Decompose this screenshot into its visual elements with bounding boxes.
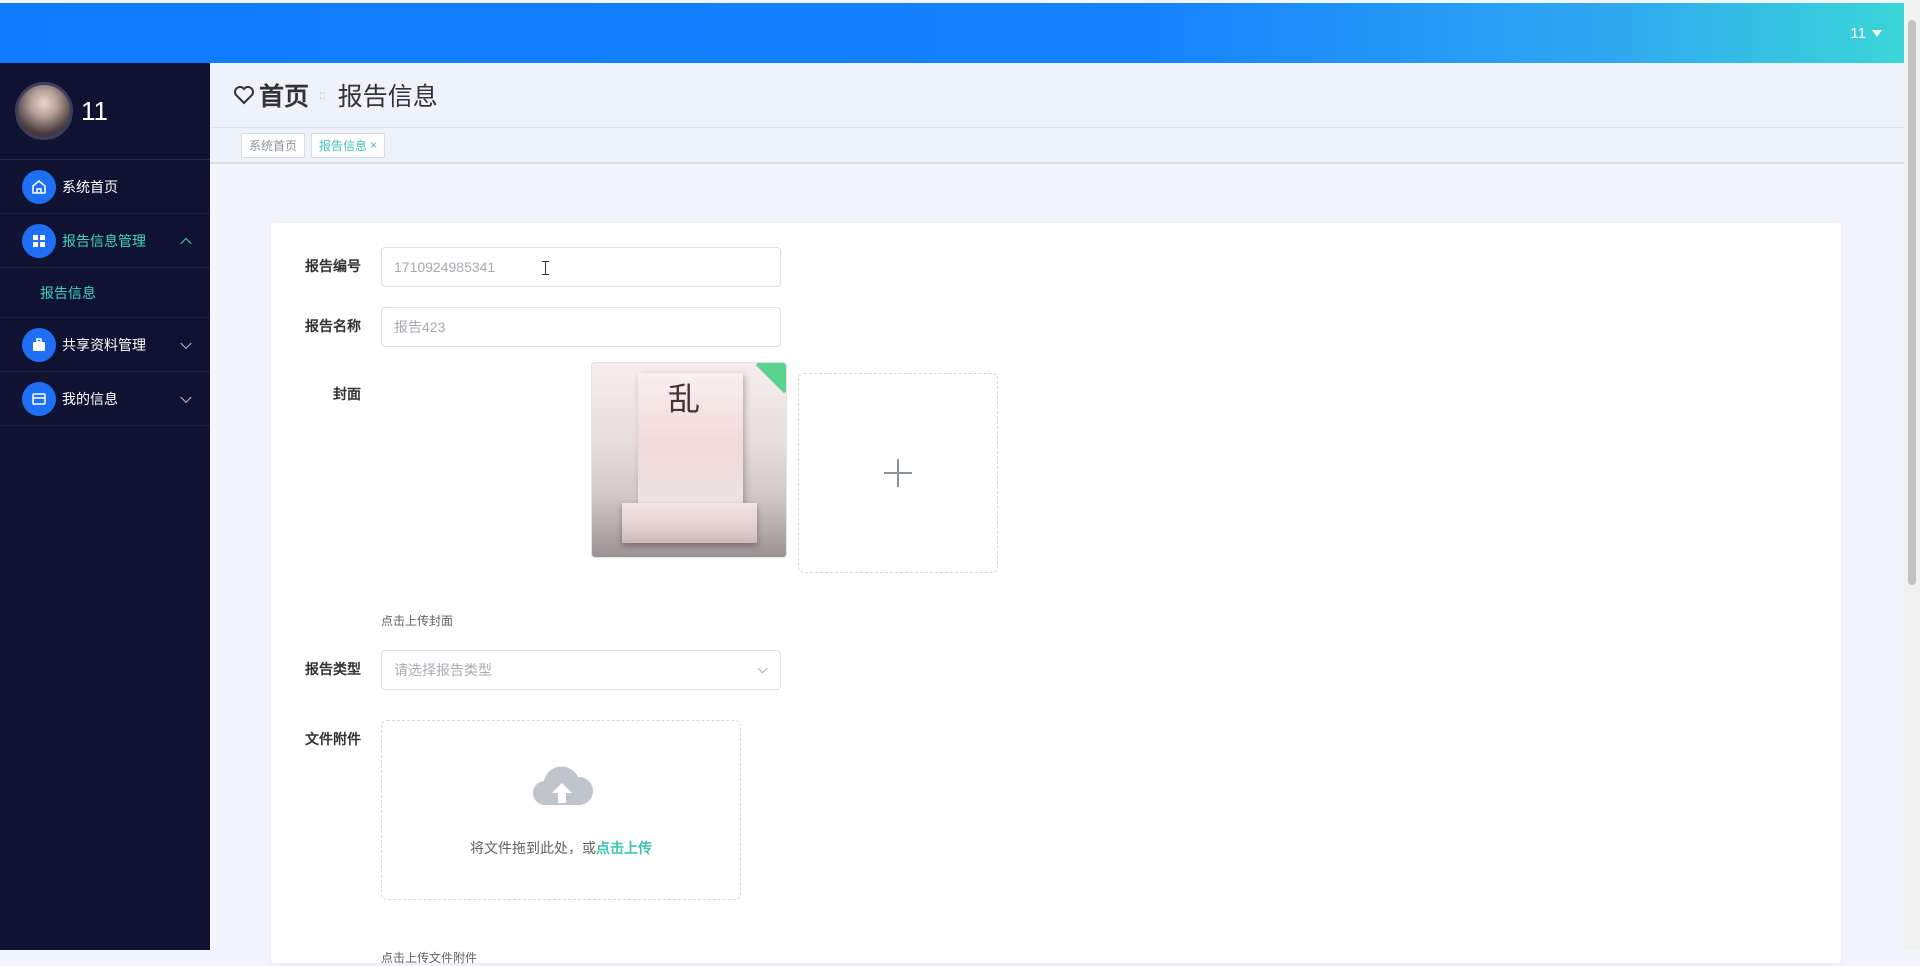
close-icon[interactable]: × [370,138,377,152]
breadcrumb-home-label: 首页 [259,83,310,111]
book-stack-image [622,503,757,543]
report-form: 报告编号 1710924985341 报告名称 报告423 封面 乱 点击上传封… [271,223,1841,965]
cloud-upload-icon [532,766,594,806]
chevron-down-icon [757,663,768,674]
report-no-input[interactable]: 1710924985341 [381,247,781,287]
avatar [15,82,73,140]
file-upload-dragger[interactable]: 将文件拖到此处，或点击上传 [381,720,741,900]
attachment-label: 文件附件 [305,731,361,747]
sidebar: 11 系统首页 报告信息管理 报告信息 共享资料管理 我的信息 [0,63,210,950]
sidebar-item-shared-materials[interactable]: 共享资料管理 [0,318,210,372]
click-upload-link[interactable]: 点击上传 [596,840,652,856]
main-content: 首页 :: 报告信息 系统首页 报告信息 × 报告编号 171092498534… [210,63,1904,965]
user-name: 11 [1850,25,1866,42]
chevron-up-icon [180,237,192,249]
profile-name: 11 [81,95,108,126]
cover-label: 封面 [333,386,361,402]
breadcrumb: 首页 :: 报告信息 [210,63,1904,128]
sidebar-item-home[interactable]: 系统首页 [0,160,210,214]
tags-bar: 系统首页 报告信息 × [210,128,1904,164]
breadcrumb-separator: :: [319,88,326,102]
report-type-placeholder: 请选择报告类型 [394,662,492,678]
tag-report-info[interactable]: 报告信息 × [311,132,386,158]
cover-thumbnail[interactable]: 乱 [591,362,787,558]
cover-hint: 点击上传封面 [381,614,454,628]
report-name-label: 报告名称 [305,318,361,334]
book-title-text: 乱 [668,380,701,418]
report-name-input[interactable]: 报告423 [381,307,781,347]
sidebar-item-label: 报告信息管理 [62,232,146,249]
user-dropdown[interactable]: 11 [1850,25,1882,42]
vertical-scrollbar[interactable] [1904,0,1920,950]
success-badge-icon [755,363,786,394]
sidebar-item-label: 共享资料管理 [62,336,146,353]
top-bar: 11 [0,3,1904,63]
tag-label: 报告信息 [319,138,368,153]
wallet-icon [22,381,56,416]
sidebar-item-label: 我的信息 [62,390,118,407]
home-icon [22,169,56,204]
briefcase-icon [22,327,56,362]
heart-icon [234,86,254,105]
text-cursor-icon [542,261,549,275]
drag-text-label: 将文件拖到此处，或 [470,840,596,856]
plus-icon [884,459,912,487]
sidebar-item-report-management[interactable]: 报告信息管理 [0,214,210,268]
report-no-placeholder: 1710924985341 [394,259,496,275]
tag-home[interactable]: 系统首页 [241,132,306,158]
report-type-label: 报告类型 [305,661,361,677]
sidebar-item-label: 系统首页 [62,178,118,195]
chevron-down-icon [180,337,192,349]
grid-icon [22,223,56,258]
caret-down-icon [1872,30,1882,37]
sidebar-item-my-info[interactable]: 我的信息 [0,372,210,426]
breadcrumb-current: 报告信息 [337,83,438,111]
report-name-placeholder: 报告423 [394,319,446,335]
report-no-label: 报告编号 [305,258,361,274]
attachment-hint: 点击上传文件附件 [381,951,478,965]
scrollbar-thumb[interactable] [1908,20,1916,585]
cover-upload-button[interactable] [798,373,998,573]
profile: 11 [0,63,210,160]
chevron-down-icon [180,391,192,403]
breadcrumb-home[interactable]: 首页 [232,77,309,113]
tag-label: 系统首页 [249,138,298,153]
drag-text: 将文件拖到此处，或点击上传 [382,838,740,858]
sidebar-subitem-report-info[interactable]: 报告信息 [0,268,210,318]
book-cover-image: 乱 [638,373,743,513]
report-type-select[interactable]: 请选择报告类型 [381,650,781,690]
